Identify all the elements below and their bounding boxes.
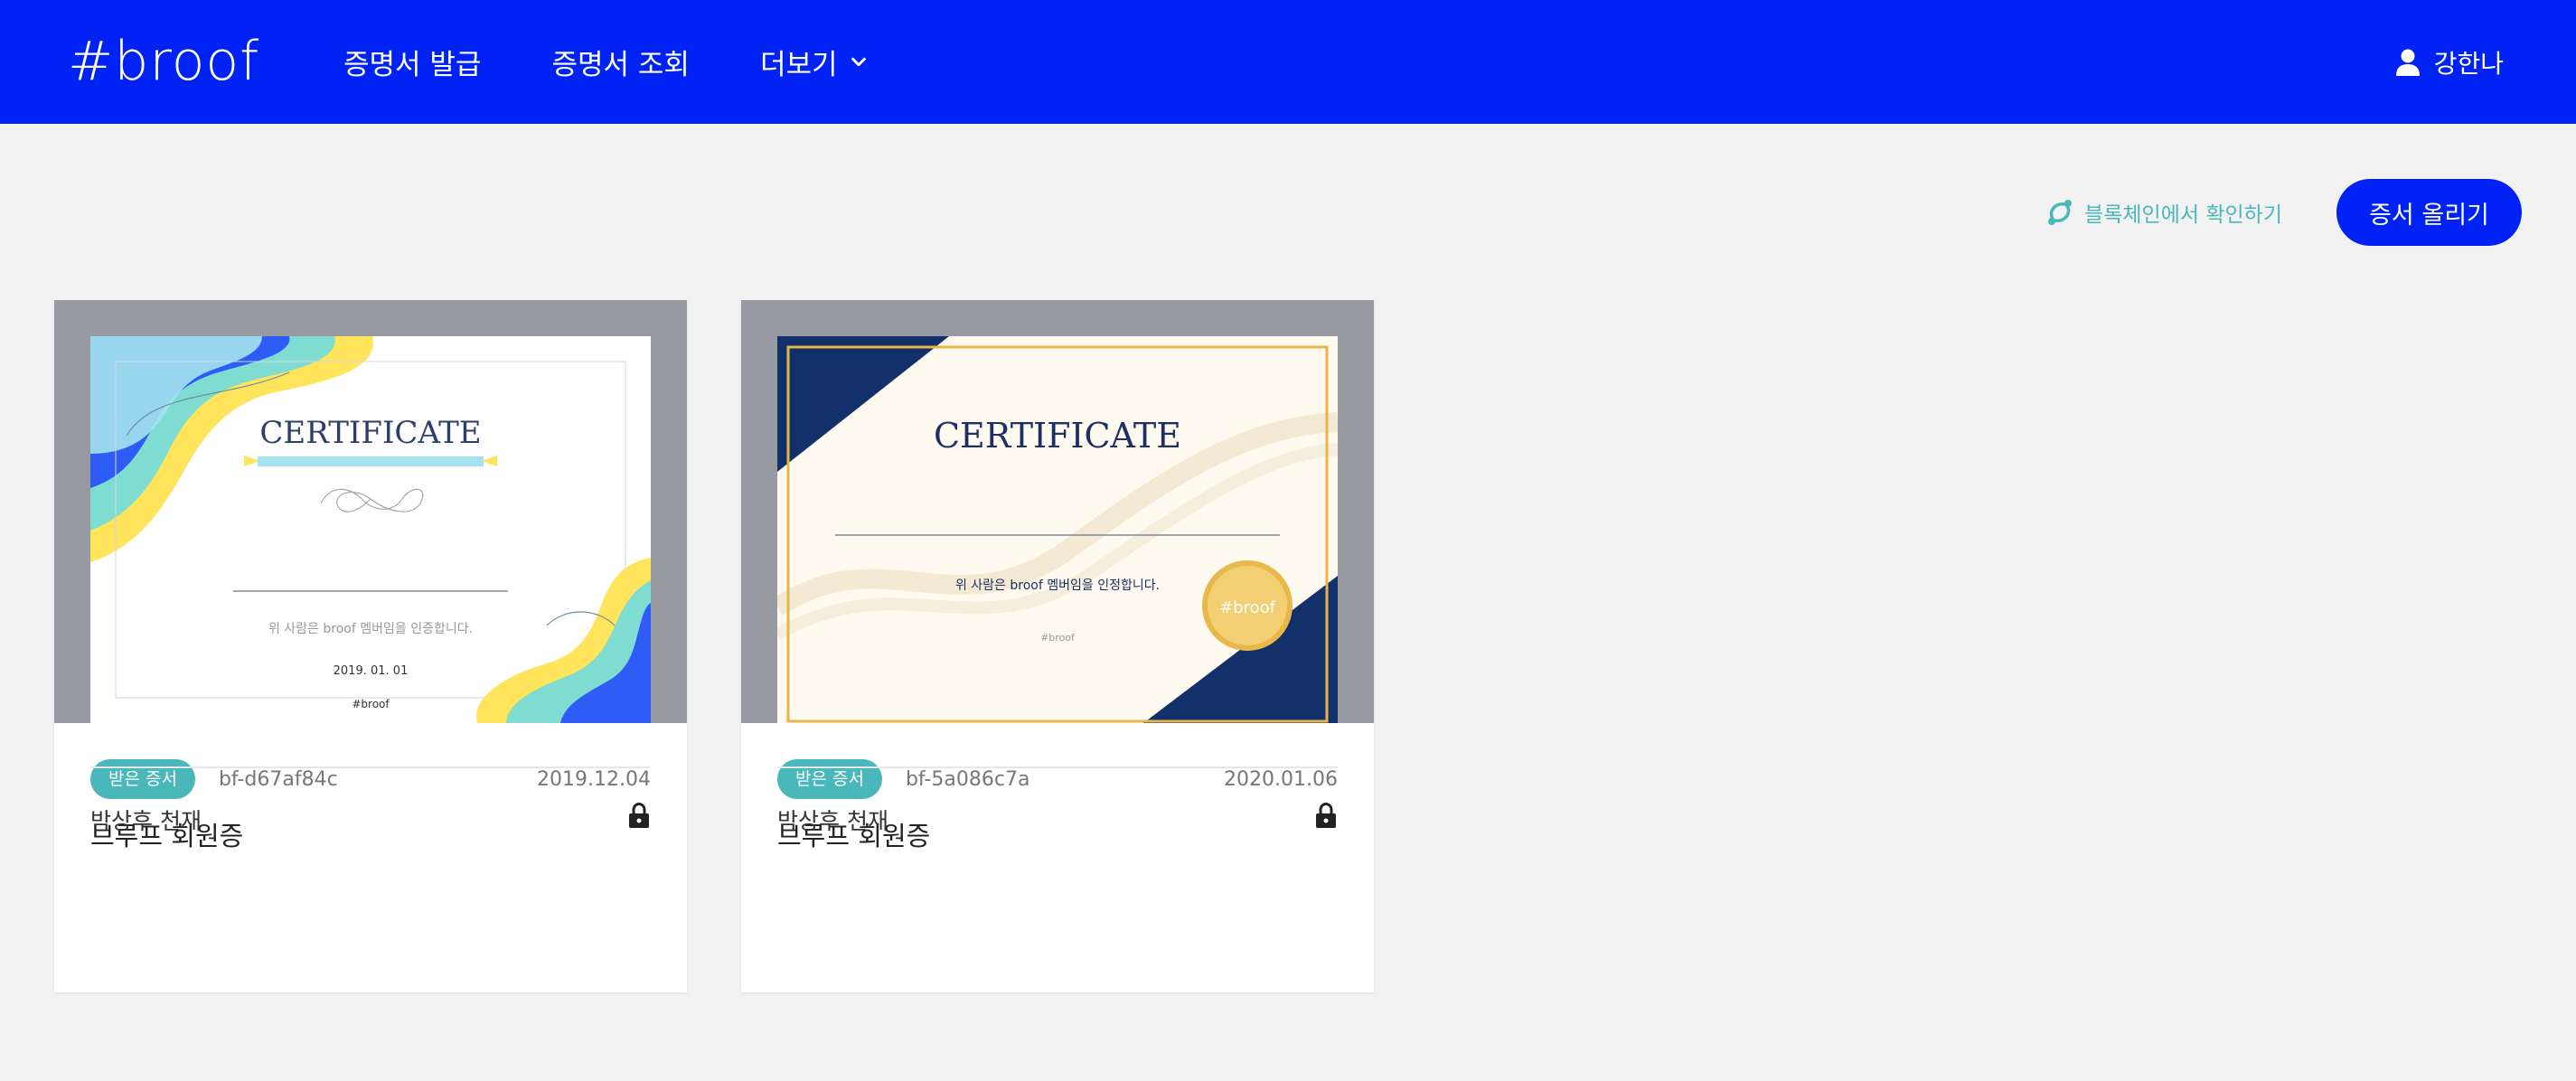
certificate-image: CERTIFICATE 위 사람은 broof 멤버임을 인정합니다. #bro…	[777, 336, 1338, 723]
issue-date: 2019.12.04	[537, 767, 651, 791]
certificate-code: bf-d67af84c	[218, 767, 338, 791]
verify-on-blockchain-link[interactable]: 블록체인에서 확인하기	[2045, 197, 2282, 228]
certificate-card[interactable]: CERTIFICATE 위 사람은 broof 멤버임을 인정합니다. #bro…	[741, 300, 1374, 992]
user-menu[interactable]: 강한나	[2395, 0, 2504, 124]
card-divider	[777, 766, 1338, 768]
link-icon	[2048, 200, 2073, 225]
nav-more-label: 더보기	[759, 49, 838, 81]
certificate-heading: CERTIFICATE	[259, 415, 481, 451]
certificate-heading: CERTIFICATE	[934, 416, 1181, 456]
nav-issue-label: 증명서 발급	[343, 49, 482, 81]
certificate-preview: CERTIFICATE 위 사람은 broof 멤버임을 인정합니다. #bro…	[777, 336, 1338, 723]
seal-icon: #broof	[1202, 560, 1293, 651]
certificate-body-text: 위 사람은 broof 멤버임을 인정합니다.	[955, 578, 1160, 593]
logo[interactable]: #broof	[68, 25, 259, 98]
upload-certificate-button[interactable]: 증서 올리기	[2336, 179, 2522, 246]
card-meta: 받은 증서 bf-5a086c7a 2020.01.06	[777, 759, 1338, 799]
certificate-preview: CERTIFICATE 위 사람은 broof 멤버임을 인증합니다. 2019…	[90, 336, 651, 723]
certificate-card[interactable]: CERTIFICATE 위 사람은 broof 멤버임을 인증합니다. 2019…	[54, 300, 687, 992]
status-badge: 받은 증서	[777, 759, 882, 799]
nav-view-certificate[interactable]: 증명서 조회	[551, 42, 689, 82]
certificate-thumbnail: CERTIFICATE 위 사람은 broof 멤버임을 인정합니다. #bro…	[741, 300, 1374, 723]
certificate-image: CERTIFICATE 위 사람은 broof 멤버임을 인증합니다. 2019…	[90, 336, 651, 723]
certificate-thumbnail: CERTIFICATE 위 사람은 broof 멤버임을 인증합니다. 2019…	[54, 300, 687, 723]
certificate-seal-text: #broof	[1219, 598, 1276, 617]
page-toolbar: 블록체인에서 확인하기 증서 올리기	[2045, 179, 2522, 246]
nav-more-dropdown[interactable]: 더보기	[760, 42, 869, 82]
certificate-owner: 박상후 천재	[90, 808, 202, 834]
certificate-owner: 박상후 천재	[777, 808, 888, 834]
top-nav-bar: #broof 증명서 발급 증명서 조회 더보기 강한나	[0, 0, 2576, 124]
verify-label: 블록체인에서 확인하기	[2084, 203, 2282, 227]
chevron-down-icon	[851, 57, 866, 66]
status-badge: 받은 증서	[90, 759, 195, 799]
card-divider	[90, 766, 651, 768]
certificate-body-text: 위 사람은 broof 멤버임을 인증합니다.	[268, 622, 473, 636]
lock-icon[interactable]	[1316, 803, 1336, 828]
nav-view-label: 증명서 조회	[551, 49, 690, 81]
certificate-date: 2019. 01. 01	[334, 664, 409, 678]
certificate-footer: #broof	[1040, 632, 1076, 644]
nav-issue-certificate[interactable]: 증명서 발급	[343, 42, 481, 82]
user-name: 강한나	[2433, 48, 2504, 79]
user-icon	[2395, 49, 2420, 76]
certificate-footer: #broof	[352, 698, 390, 710]
lock-icon[interactable]	[629, 803, 649, 828]
main-nav: 증명서 발급 증명서 조회 더보기	[343, 0, 939, 124]
card-meta: 받은 증서 bf-d67af84c 2019.12.04	[90, 759, 651, 799]
certificate-code: bf-5a086c7a	[905, 767, 1030, 791]
issue-date: 2020.01.06	[1224, 767, 1338, 791]
